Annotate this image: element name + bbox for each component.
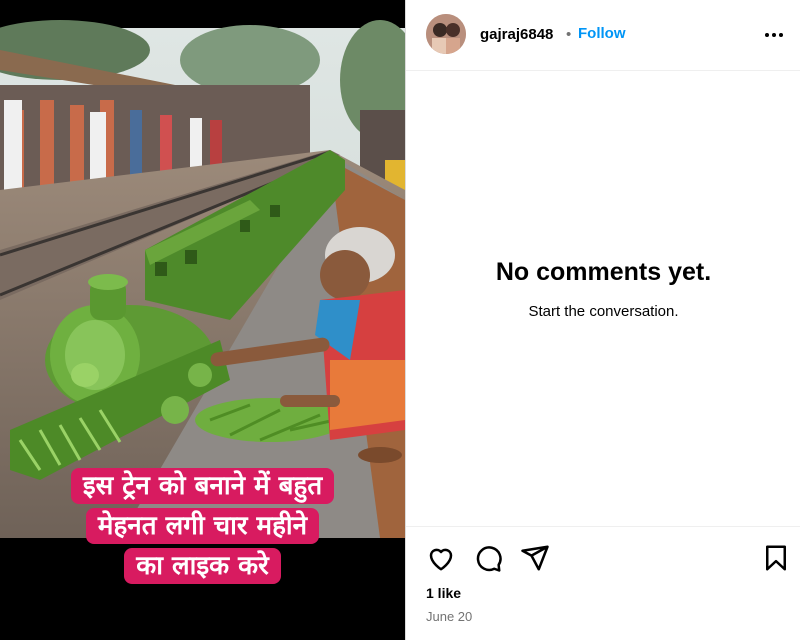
bookmark-icon[interactable] — [761, 543, 791, 573]
no-comments-title: No comments yet. — [495, 258, 712, 286]
post-side-panel: gajraj6848 • Follow No comments yet. Sta… — [405, 0, 800, 640]
heart-icon[interactable] — [426, 543, 456, 573]
post-media[interactable]: इस ट्रेन को बनाने में बहुत मेहनत लगी चार… — [0, 0, 405, 640]
no-comments-subtitle: Start the conversation. — [528, 303, 679, 320]
username-link[interactable]: gajraj6848 — [480, 26, 553, 43]
post-date[interactable]: June 20 — [426, 609, 472, 624]
caption-line: इस ट्रेन को बनाने में बहुत — [70, 468, 335, 504]
action-bar — [406, 526, 800, 527]
post-caption-overlay: इस ट्रेन को बनाने में बहुत मेहनत लगी चार… — [0, 466, 405, 586]
post-header: gajraj6848 • Follow — [406, 0, 800, 71]
comment-icon[interactable] — [473, 543, 503, 573]
likes-count[interactable]: 1 like — [426, 585, 461, 601]
more-horizontal-icon[interactable] — [761, 22, 787, 48]
follow-button[interactable]: Follow — [578, 25, 626, 42]
caption-line: मेहनत लगी चार महीने — [85, 508, 320, 544]
caption-line: का लाइक करे — [124, 548, 281, 584]
share-icon[interactable] — [520, 543, 550, 573]
avatar[interactable] — [426, 14, 466, 54]
separator-dot: • — [566, 26, 572, 43]
